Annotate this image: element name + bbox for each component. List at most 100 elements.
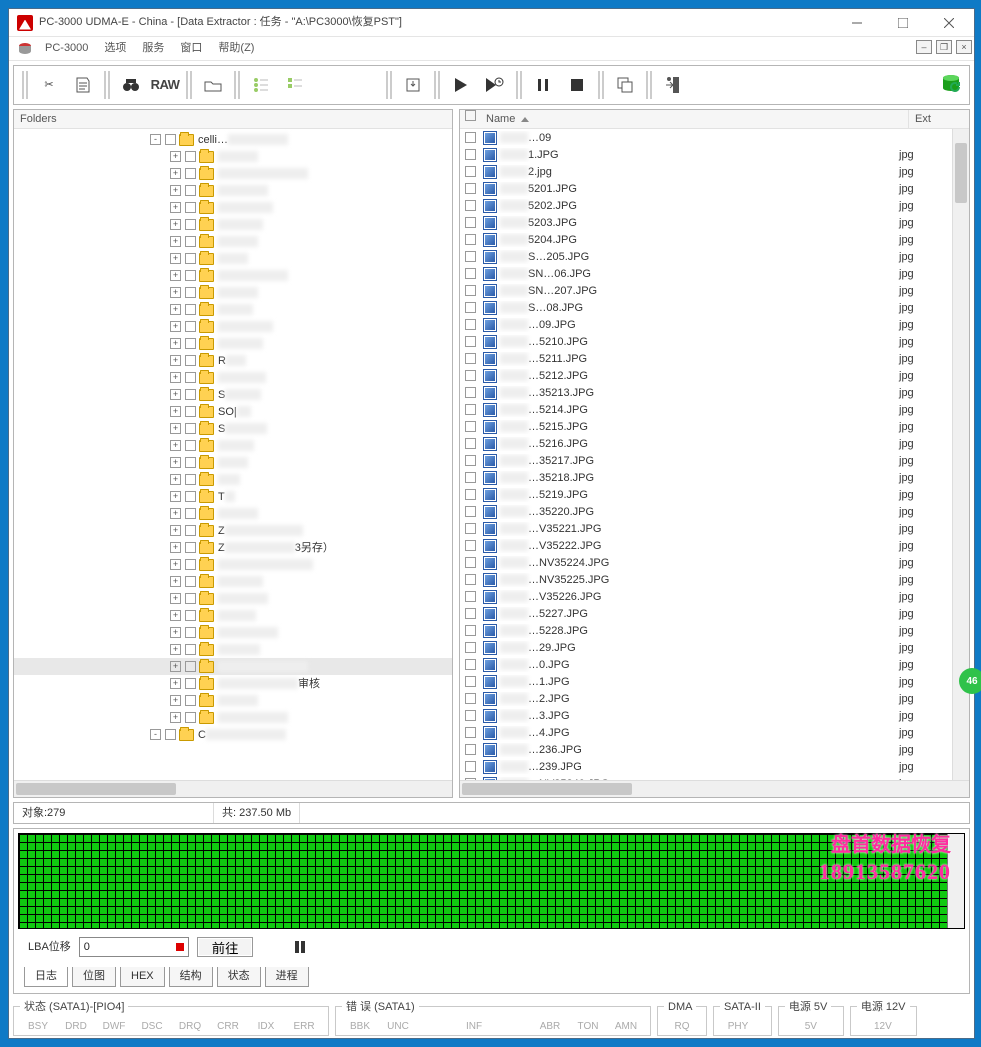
folder-row[interactable]: + xyxy=(14,250,452,267)
folder-checkbox[interactable] xyxy=(165,134,176,145)
folder-checkbox[interactable] xyxy=(185,219,196,230)
folder-row[interactable]: +SO| xyxy=(14,403,452,420)
expand-icon[interactable]: + xyxy=(170,610,181,621)
folder-checkbox[interactable] xyxy=(185,712,196,723)
file-checkbox[interactable] xyxy=(465,455,476,466)
file-checkbox[interactable] xyxy=(465,676,476,687)
file-checkbox[interactable] xyxy=(465,149,476,160)
file-row[interactable]: …35213.JPGjpg‹ xyxy=(460,384,969,401)
file-checkbox[interactable] xyxy=(465,693,476,704)
file-row[interactable]: …V35226.JPGjpg‹ xyxy=(460,588,969,605)
folder-checkbox[interactable] xyxy=(185,491,196,502)
file-checkbox[interactable] xyxy=(465,557,476,568)
file-checkbox[interactable] xyxy=(465,336,476,347)
expand-icon[interactable]: + xyxy=(170,423,181,434)
folder-row[interactable]: + xyxy=(14,284,452,301)
folder-row[interactable]: + xyxy=(14,199,452,216)
file-row[interactable]: …35220.JPGjpg‹ xyxy=(460,503,969,520)
file-checkbox[interactable] xyxy=(465,506,476,517)
file-checkbox[interactable] xyxy=(465,438,476,449)
folder-row[interactable]: + xyxy=(14,301,452,318)
folder-checkbox[interactable] xyxy=(185,508,196,519)
folder-checkbox[interactable] xyxy=(185,338,196,349)
select-all-checkbox[interactable] xyxy=(465,110,476,121)
file-row[interactable]: …29.JPGjpg‹ xyxy=(460,639,969,656)
folder-checkbox[interactable] xyxy=(185,440,196,451)
database-refresh-icon[interactable] xyxy=(941,73,965,97)
file-row[interactable]: …236.JPGjpg‹ xyxy=(460,741,969,758)
file-row[interactable]: …5211.JPGjpg‹ xyxy=(460,350,969,367)
expand-icon[interactable]: + xyxy=(170,202,181,213)
column-name[interactable]: Name xyxy=(480,110,909,128)
file-row[interactable]: …4.JPGjpg‹ xyxy=(460,724,969,741)
folder-row[interactable]: + xyxy=(14,471,452,488)
file-checkbox[interactable] xyxy=(465,387,476,398)
exit-icon[interactable] xyxy=(656,70,690,100)
folder-row[interactable]: + xyxy=(14,335,452,352)
column-ext[interactable]: Ext xyxy=(909,110,969,128)
folder-checkbox[interactable] xyxy=(165,729,176,740)
folder-row[interactable]: + xyxy=(14,590,452,607)
folder-row[interactable]: + xyxy=(14,641,452,658)
file-row[interactable]: 5203.JPGjpg‹ xyxy=(460,214,969,231)
lba-input[interactable]: 0 xyxy=(79,937,189,957)
expand-icon[interactable]: + xyxy=(170,389,181,400)
folder-checkbox[interactable] xyxy=(185,542,196,553)
menu-service[interactable]: 服务 xyxy=(142,41,164,55)
file-row[interactable]: …5214.JPGjpg‹ xyxy=(460,401,969,418)
folder-row[interactable]: + xyxy=(14,573,452,590)
file-checkbox[interactable] xyxy=(465,183,476,194)
expand-icon[interactable]: + xyxy=(170,372,181,383)
expand-icon[interactable]: + xyxy=(170,321,181,332)
file-row[interactable]: …5216.JPGjpg‹ xyxy=(460,435,969,452)
folder-checkbox[interactable] xyxy=(185,474,196,485)
expand-icon[interactable]: + xyxy=(170,491,181,502)
expand-icon[interactable]: + xyxy=(170,661,181,672)
file-checkbox[interactable] xyxy=(465,285,476,296)
expand-icon[interactable]: + xyxy=(170,304,181,315)
file-row[interactable]: …35217.JPGjpg‹ xyxy=(460,452,969,469)
file-row[interactable]: …5228.JPGjpg‹ xyxy=(460,622,969,639)
file-row[interactable]: …2.JPGjpg‹ xyxy=(460,690,969,707)
folder-row[interactable]: -C xyxy=(14,726,452,743)
file-checkbox[interactable] xyxy=(465,404,476,415)
mdi-minimize-button[interactable]: – xyxy=(916,40,932,54)
file-row[interactable]: …5219.JPGjpg‹ xyxy=(460,486,969,503)
folder-row[interactable]: + xyxy=(14,369,452,386)
file-checkbox[interactable] xyxy=(465,200,476,211)
tab-hex[interactable]: HEX xyxy=(120,967,165,986)
file-checkbox[interactable] xyxy=(465,302,476,313)
folder-row[interactable]: + xyxy=(14,148,452,165)
folder-row[interactable]: +审核 xyxy=(14,675,452,692)
file-checkbox[interactable] xyxy=(465,268,476,279)
expand-icon[interactable]: + xyxy=(170,355,181,366)
file-row[interactable]: …5227.JPGjpg‹ xyxy=(460,605,969,622)
expand-icon[interactable]: + xyxy=(170,542,181,553)
folder-row[interactable]: + xyxy=(14,658,452,675)
menu-window[interactable]: 窗口 xyxy=(180,41,202,55)
expand-icon[interactable]: + xyxy=(170,644,181,655)
folder-checkbox[interactable] xyxy=(185,576,196,587)
tab-structure[interactable]: 结构 xyxy=(169,967,213,986)
expand-icon[interactable]: + xyxy=(170,712,181,723)
folder-checkbox[interactable] xyxy=(185,678,196,689)
file-checkbox[interactable] xyxy=(465,591,476,602)
copy-icon[interactable] xyxy=(608,70,642,100)
file-checkbox[interactable] xyxy=(465,540,476,551)
tab-log[interactable]: 日志 xyxy=(24,967,68,986)
menu-help[interactable]: 帮助(Z) xyxy=(218,41,254,55)
expand-icon[interactable]: - xyxy=(150,134,161,145)
expand-icon[interactable]: + xyxy=(170,440,181,451)
folder-checkbox[interactable] xyxy=(185,661,196,672)
file-row[interactable]: 1.JPGjpg‹ xyxy=(460,146,969,163)
file-checkbox[interactable] xyxy=(465,608,476,619)
folder-row[interactable]: + xyxy=(14,692,452,709)
open-icon[interactable] xyxy=(196,70,230,100)
pause-icon[interactable] xyxy=(526,70,560,100)
folder-checkbox[interactable] xyxy=(185,559,196,570)
folder-row[interactable]: + xyxy=(14,182,452,199)
folder-row[interactable]: +Z xyxy=(14,522,452,539)
folder-checkbox[interactable] xyxy=(185,185,196,196)
file-checkbox[interactable] xyxy=(465,319,476,330)
file-checkbox[interactable] xyxy=(465,370,476,381)
